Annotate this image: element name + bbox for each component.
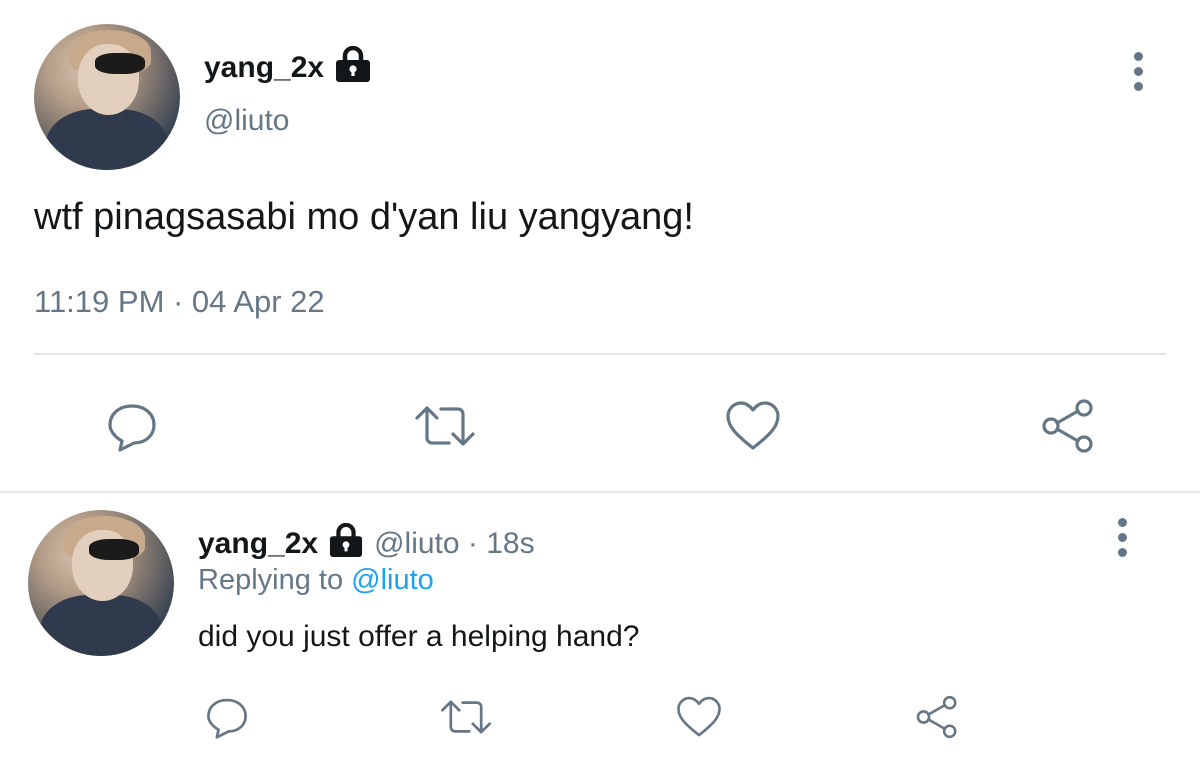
reply-button[interactable] xyxy=(104,398,160,454)
share-icon xyxy=(1042,399,1093,453)
reply-icon xyxy=(207,698,247,739)
avatar[interactable] xyxy=(28,510,174,656)
more-vertical-icon[interactable] xyxy=(1134,52,1144,97)
display-name[interactable]: yang_2x xyxy=(204,45,372,90)
display-name-text[interactable]: yang_2x xyxy=(204,51,324,85)
replying-to: Replying to @liuto xyxy=(198,564,434,597)
replying-prefix: Replying to xyxy=(198,564,344,596)
display-name-text[interactable]: yang_2x xyxy=(198,527,318,561)
retweet-icon xyxy=(441,700,491,734)
more-vertical-icon[interactable] xyxy=(1118,518,1128,563)
replying-handle-link[interactable]: @liuto xyxy=(351,564,434,596)
user-handle[interactable]: @liuto xyxy=(204,104,290,138)
lock-icon xyxy=(328,522,364,565)
divider xyxy=(34,353,1166,355)
like-button[interactable] xyxy=(724,398,782,454)
like-button[interactable] xyxy=(674,694,724,740)
handle-time: @liuto · 18s xyxy=(374,527,535,560)
share-button[interactable] xyxy=(1038,396,1098,456)
share-icon xyxy=(916,695,957,739)
retweet-button[interactable] xyxy=(410,398,480,454)
reply-icon xyxy=(108,404,156,452)
retweet-button[interactable] xyxy=(436,694,496,740)
share-button[interactable] xyxy=(912,692,962,742)
reply-text: did you just offer a helping hand? xyxy=(198,620,640,653)
avatar[interactable] xyxy=(34,24,180,170)
lock-icon xyxy=(334,45,372,90)
retweet-icon xyxy=(415,406,475,446)
heart-icon xyxy=(677,696,721,737)
reply-button[interactable] xyxy=(202,694,252,740)
tweet-timestamp[interactable]: 11:19 PM · 04 Apr 22 xyxy=(34,284,325,320)
heart-icon xyxy=(726,401,780,450)
divider xyxy=(0,491,1200,493)
tweet-text: wtf pinagsasabi mo d'yan liu yangyang! xyxy=(34,196,694,238)
reply-header[interactable]: yang_2x @liuto · 18s xyxy=(198,522,535,565)
